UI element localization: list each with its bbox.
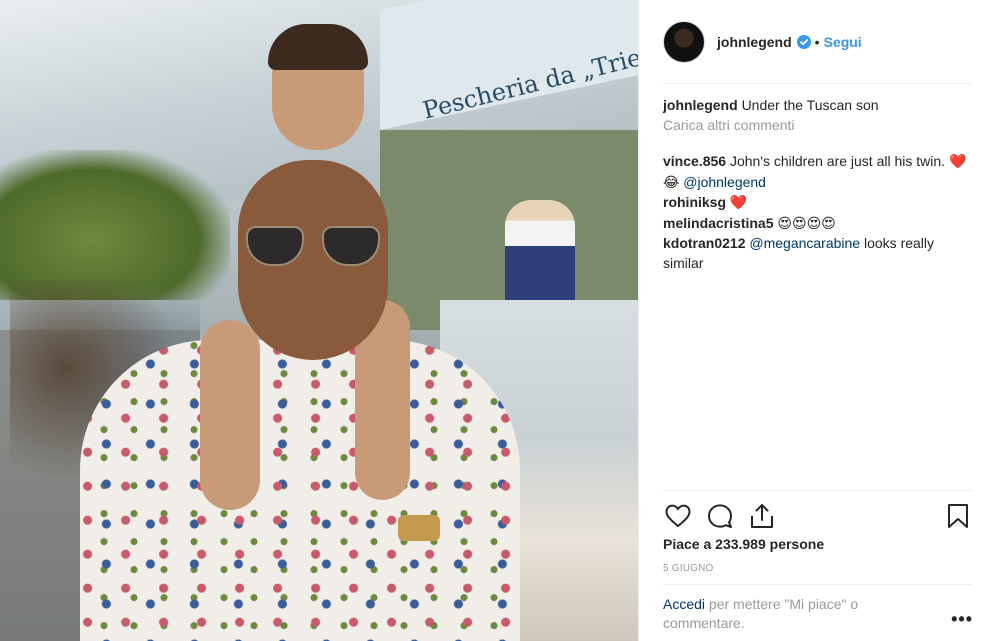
follow-button[interactable]: Segui (824, 34, 862, 50)
comment-emojis: ❤️ (729, 195, 748, 211)
header-separator: • (814, 33, 820, 50)
more-options-icon[interactable]: ••• (951, 609, 973, 630)
login-prompt: Accedi per mettere "Mi piace" o commenta… (663, 595, 913, 633)
action-bar (663, 490, 973, 540)
header-username[interactable]: johnlegend (717, 34, 792, 50)
comment-bubble-icon (708, 503, 732, 528)
comment-username[interactable]: melindacristina5 (663, 215, 774, 231)
comment-item: vince.856 John's children are just all h… (663, 152, 973, 193)
post-side-panel: johnlegend • Segui johnlegend Under the … (638, 0, 1000, 641)
save-button[interactable] (943, 501, 973, 531)
load-more-comments-link[interactable]: Carica altri commenti (663, 116, 973, 136)
floral-shirt (80, 340, 520, 641)
comment-item: melindacristina5 😍😍😍😍 (663, 214, 973, 235)
verified-badge-icon (796, 34, 811, 49)
likes-count[interactable]: Piace a 233.989 persone (663, 536, 973, 552)
caption: johnlegend Under the Tuscan son (663, 96, 973, 116)
comment-mention[interactable]: @megancarabine (749, 235, 860, 251)
caption-username[interactable]: johnlegend (663, 97, 738, 113)
comment-item: kdotran0212 @megancarabine looks really … (663, 234, 973, 273)
comment-username[interactable]: kdotran0212 (663, 235, 745, 251)
caption-text: Under the Tuscan son (741, 97, 879, 113)
share-button[interactable] (747, 501, 777, 531)
login-prompt-bar: Accedi per mettere "Mi piace" o commenta… (663, 584, 973, 641)
bookmark-icon (948, 503, 968, 528)
comment-button[interactable] (705, 501, 735, 531)
like-button[interactable] (663, 501, 693, 531)
comment-username[interactable]: rohiniksg (663, 194, 726, 210)
comment-text: John's children are just all his twin. (729, 153, 946, 169)
avatar[interactable] (663, 20, 705, 63)
comment-emojis: 😍😍😍😍 (777, 215, 836, 232)
background-trees (0, 150, 230, 300)
comment-username[interactable]: vince.856 (663, 153, 726, 169)
post-date[interactable]: 5 GIUGNO (663, 563, 973, 574)
post-photo[interactable]: Pescheria da „Trie (0, 0, 638, 641)
comment-item: rohiniksg ❤️ (663, 193, 973, 214)
vendor-figure (505, 200, 575, 315)
comment-mention[interactable]: @johnlegend (683, 174, 766, 190)
comments-section: johnlegend Under the Tuscan son Carica a… (663, 96, 973, 273)
post-header: johnlegend • Segui (663, 0, 973, 84)
wristwatch (398, 515, 440, 541)
share-upload-icon (751, 503, 773, 528)
heart-outline-icon (665, 504, 691, 527)
child-leg-left (200, 320, 260, 510)
login-link[interactable]: Accedi (663, 596, 705, 612)
sunglasses (246, 226, 380, 270)
